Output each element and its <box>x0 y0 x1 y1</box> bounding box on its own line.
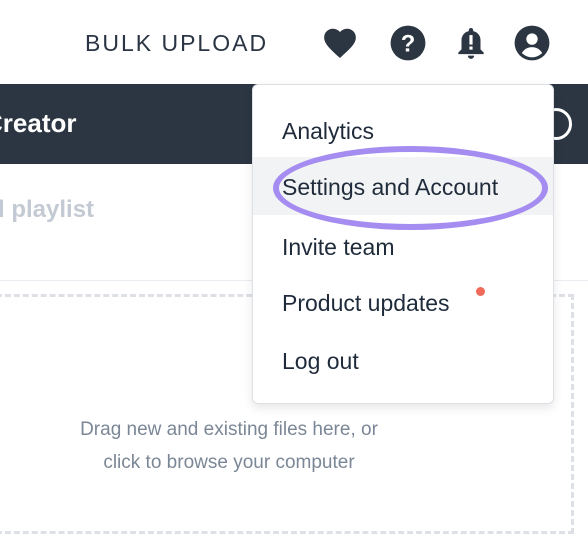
notification-dot <box>476 287 485 296</box>
menu-item-settings-and-account[interactable]: Settings and Account <box>253 157 553 215</box>
menu-item-label: Analytics <box>282 118 375 144</box>
menu-item-label: Product updates <box>282 290 450 316</box>
drop-instructions-line1: Drag new and existing files here, or <box>80 419 378 440</box>
bell-icon[interactable] <box>452 24 490 62</box>
menu-item-label: Settings and Account <box>282 174 499 200</box>
heart-icon[interactable] <box>321 24 359 62</box>
menu-item-product-updates[interactable]: Product updates <box>253 273 553 331</box>
menu-item-label: Invite team <box>282 234 395 260</box>
bulk-upload-link[interactable]: BULK UPLOAD <box>85 30 268 57</box>
menu-item-analytics[interactable]: Analytics <box>253 101 553 159</box>
drop-instructions: Drag new and existing files here, or cli… <box>0 413 459 479</box>
menu-item-log-out[interactable]: Log out <box>253 331 553 389</box>
menu-item-invite-team[interactable]: Invite team <box>253 217 553 275</box>
page-title: Creator <box>0 108 77 138</box>
help-icon[interactable]: ? <box>389 24 427 62</box>
playlist-label: d playlist <box>0 196 95 223</box>
user-icon[interactable] <box>513 24 551 62</box>
svg-text:?: ? <box>401 31 416 58</box>
top-header: BULK UPLOAD ? <box>0 0 588 85</box>
account-dropdown-menu: Analytics Settings and Account Invite te… <box>252 84 554 404</box>
menu-item-label: Log out <box>282 348 359 374</box>
drop-instructions-line2: click to browse your computer <box>103 452 355 473</box>
